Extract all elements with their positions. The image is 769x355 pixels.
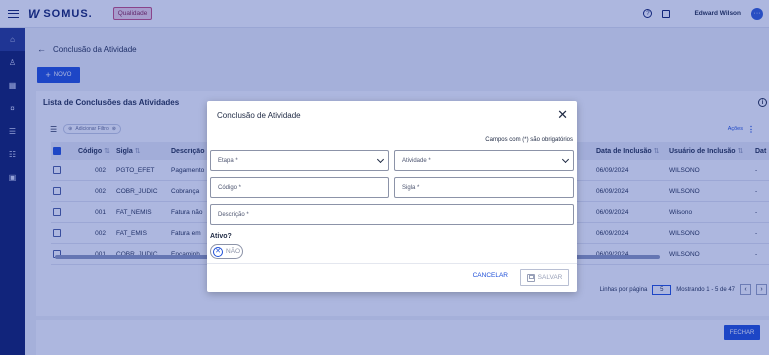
save-button-label: SALVAR [537,274,563,281]
modal-title: Conclusão de Atividade [217,111,301,120]
x-circle-icon: ✕ [213,246,223,257]
etapa-label: Etapa * [218,157,238,164]
atividade-select[interactable]: Atividade * [394,150,574,171]
chevron-down-icon [376,155,385,164]
atividade-label: Atividade * [402,157,431,164]
save-disk-icon [526,273,535,282]
codigo-input[interactable]: Código * [210,177,389,198]
sigla-label: Sigla * [402,184,420,191]
cancel-button[interactable]: CANCELAR [473,272,508,279]
modal-divider [207,263,577,264]
required-fields-note: Campos com (*) são obrigatórios [485,137,573,143]
toggle-label: NÃO [226,248,241,255]
chevron-down-icon [561,155,570,164]
active-toggle[interactable]: ✕ NÃO [210,244,243,259]
active-label: Ativo? [210,233,232,240]
close-icon[interactable]: ✕ [557,107,568,123]
save-button[interactable]: SALVAR [520,269,569,286]
etapa-select[interactable]: Etapa * [210,150,389,171]
codigo-label: Código * [218,184,242,191]
descricao-input[interactable]: Descrição * [210,204,574,225]
sigla-input[interactable]: Sigla * [394,177,574,198]
conclusion-modal: Conclusão de Atividade ✕ Campos com (*) … [207,101,577,292]
descricao-label: Descrição * [218,211,249,218]
